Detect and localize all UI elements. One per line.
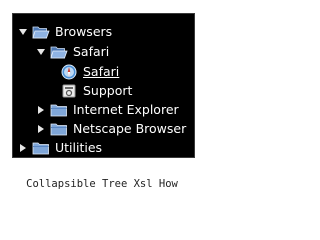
screenshot-frame: Browsers Safari Safari Support Internet …: [0, 0, 204, 209]
folder-closed-icon: [50, 121, 68, 137]
expand-right-arrow-icon[interactable]: [35, 123, 47, 135]
page-caption: Collapsible Tree Xsl How: [26, 178, 178, 190]
expand-down-arrow-icon[interactable]: [17, 26, 29, 38]
tree-item-label: Safari: [73, 44, 110, 59]
tree-item-safari[interactable]: Safari: [60, 62, 120, 82]
expand-down-arrow-icon[interactable]: [35, 46, 47, 58]
folder-closed-icon: [50, 102, 68, 118]
expand-right-arrow-icon[interactable]: [35, 104, 47, 116]
folder-closed-icon: [32, 140, 50, 156]
safari-compass-icon: [60, 64, 78, 80]
tree-item-label: Netscape Browser: [73, 121, 187, 136]
tree-item-label: Internet Explorer: [73, 102, 179, 117]
tree-item-support[interactable]: Support: [60, 81, 133, 101]
tree-item-internet-explorer[interactable]: Internet Explorer: [35, 100, 180, 120]
tree-item-browsers[interactable]: Browsers: [17, 22, 113, 42]
tree-item-label: Utilities: [55, 140, 103, 155]
tree-item-safari-folder[interactable]: Safari: [35, 42, 110, 62]
folder-open-icon: [50, 44, 68, 60]
tree-menu: Browsers Safari Safari Support Internet …: [12, 13, 195, 158]
tree-item-label: Support: [83, 83, 133, 98]
tree-item-netscape-browser[interactable]: Netscape Browser: [35, 119, 187, 139]
support-doc-icon: [60, 83, 78, 99]
tree-item-label: Browsers: [55, 24, 113, 39]
tree-item-label: Safari: [83, 64, 120, 79]
tree-item-utilities[interactable]: Utilities: [17, 138, 103, 158]
folder-open-icon: [32, 24, 50, 40]
expand-right-arrow-icon[interactable]: [17, 142, 29, 154]
